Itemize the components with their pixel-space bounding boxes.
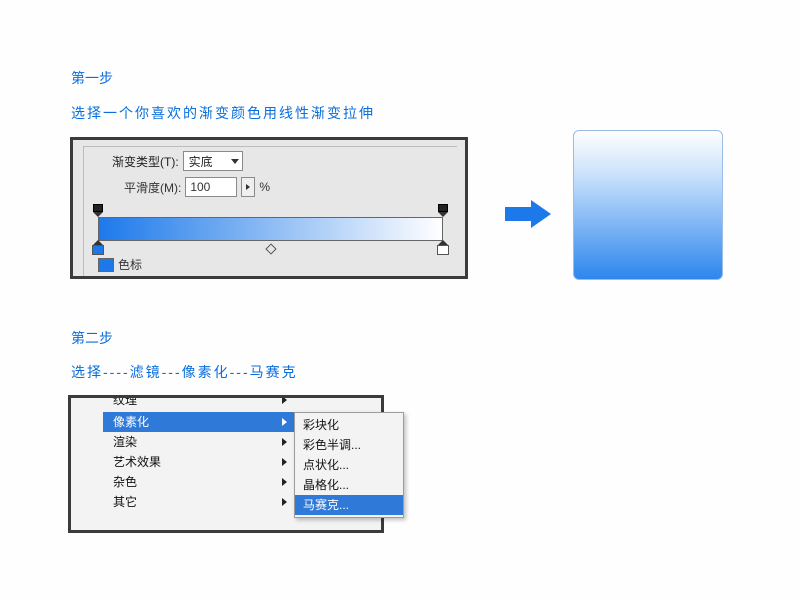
menu-item-pixelate[interactable]: 像素化 [103, 412, 295, 432]
menu-item-noise[interactable]: 杂色 [103, 472, 295, 492]
menu-item-other[interactable]: 其它 [103, 492, 295, 512]
opacity-stop-right[interactable] [438, 204, 448, 216]
menu-item-texture[interactable]: 纹理 [103, 398, 295, 412]
smoothness-input[interactable]: 100 [185, 177, 237, 197]
color-stop-left[interactable] [92, 240, 104, 255]
submenu-item-label: 彩色半调... [303, 435, 361, 455]
pixelate-submenu: 彩块化 彩色半调... 点状化... 晶格化... 马赛克... [294, 412, 404, 518]
gradient-bar[interactable] [98, 217, 443, 241]
menu-item-label: 像素化 [113, 412, 149, 432]
step2-subtitle: 选择----滤镜---像素化---马赛克 [71, 362, 298, 382]
step1-title: 第一步 [71, 68, 113, 88]
submenu-item-label: 晶格化... [303, 475, 349, 495]
menu-item-render[interactable]: 渲染 [103, 432, 295, 452]
menu-item-artistic[interactable]: 艺术效果 [103, 452, 295, 472]
step1-subtitle: 选择一个你喜欢的渐变颜色用线性渐变拉伸 [71, 103, 375, 123]
menu-item-label: 艺术效果 [113, 452, 161, 472]
stepper-triangle-icon [246, 184, 250, 190]
gradient-type-value: 实底 [189, 153, 213, 170]
submenu-arrow-icon [282, 478, 287, 486]
gradient-type-select[interactable]: 实底 [183, 151, 243, 171]
gradient-bar-wrap [98, 217, 443, 241]
submenu-item-label: 马赛克... [303, 495, 349, 515]
submenu-arrow-icon [282, 438, 287, 446]
submenu-item-label: 点状化... [303, 455, 349, 475]
color-stop-label: 色标 [118, 256, 142, 273]
submenu-item-facet[interactable]: 彩块化 [295, 415, 403, 435]
smoothness-unit: % [259, 180, 270, 194]
submenu-arrow-icon [282, 458, 287, 466]
gradient-type-row: 渐变类型(T): 实底 [112, 151, 243, 171]
submenu-item-crystallize[interactable]: 晶格化... [295, 475, 403, 495]
gradient-midpoint[interactable] [265, 243, 276, 254]
submenu-arrow-icon [282, 398, 287, 404]
dropdown-triangle-icon [231, 159, 239, 164]
menu-item-label: 渲染 [113, 432, 137, 452]
arrow-icon [505, 200, 551, 228]
smoothness-stepper[interactable] [241, 177, 255, 197]
color-stop-right[interactable] [437, 240, 449, 255]
menu-item-label: 其它 [113, 492, 137, 512]
gradient-preview [573, 130, 723, 280]
color-stop-section: 色标 [98, 256, 142, 273]
menu-item-label: 纹理 [113, 398, 137, 410]
smoothness-row: 平滑度(M): 100 % [124, 177, 270, 197]
submenu-item-label: 彩块化 [303, 415, 339, 435]
color-swatch[interactable] [98, 258, 114, 272]
submenu-item-pointillize[interactable]: 点状化... [295, 455, 403, 475]
filter-menu-list: 纹理 像素化 渲染 艺术效果 杂色 其它 [103, 398, 295, 512]
submenu-arrow-icon [282, 498, 287, 506]
panel-inner: 渐变类型(T): 实底 平滑度(M): 100 % 色标 [83, 146, 457, 276]
smoothness-label: 平滑度(M): [124, 179, 181, 196]
gradient-editor-panel: 渐变类型(T): 实底 平滑度(M): 100 % 色标 [70, 137, 468, 279]
submenu-item-color-halftone[interactable]: 彩色半调... [295, 435, 403, 455]
submenu-item-mosaic[interactable]: 马赛克... [295, 495, 403, 515]
menu-item-label: 杂色 [113, 472, 137, 492]
submenu-arrow-icon [282, 418, 287, 426]
opacity-stop-left[interactable] [93, 204, 103, 216]
step2-title: 第二步 [71, 328, 113, 348]
gradient-type-label: 渐变类型(T): [112, 153, 179, 170]
